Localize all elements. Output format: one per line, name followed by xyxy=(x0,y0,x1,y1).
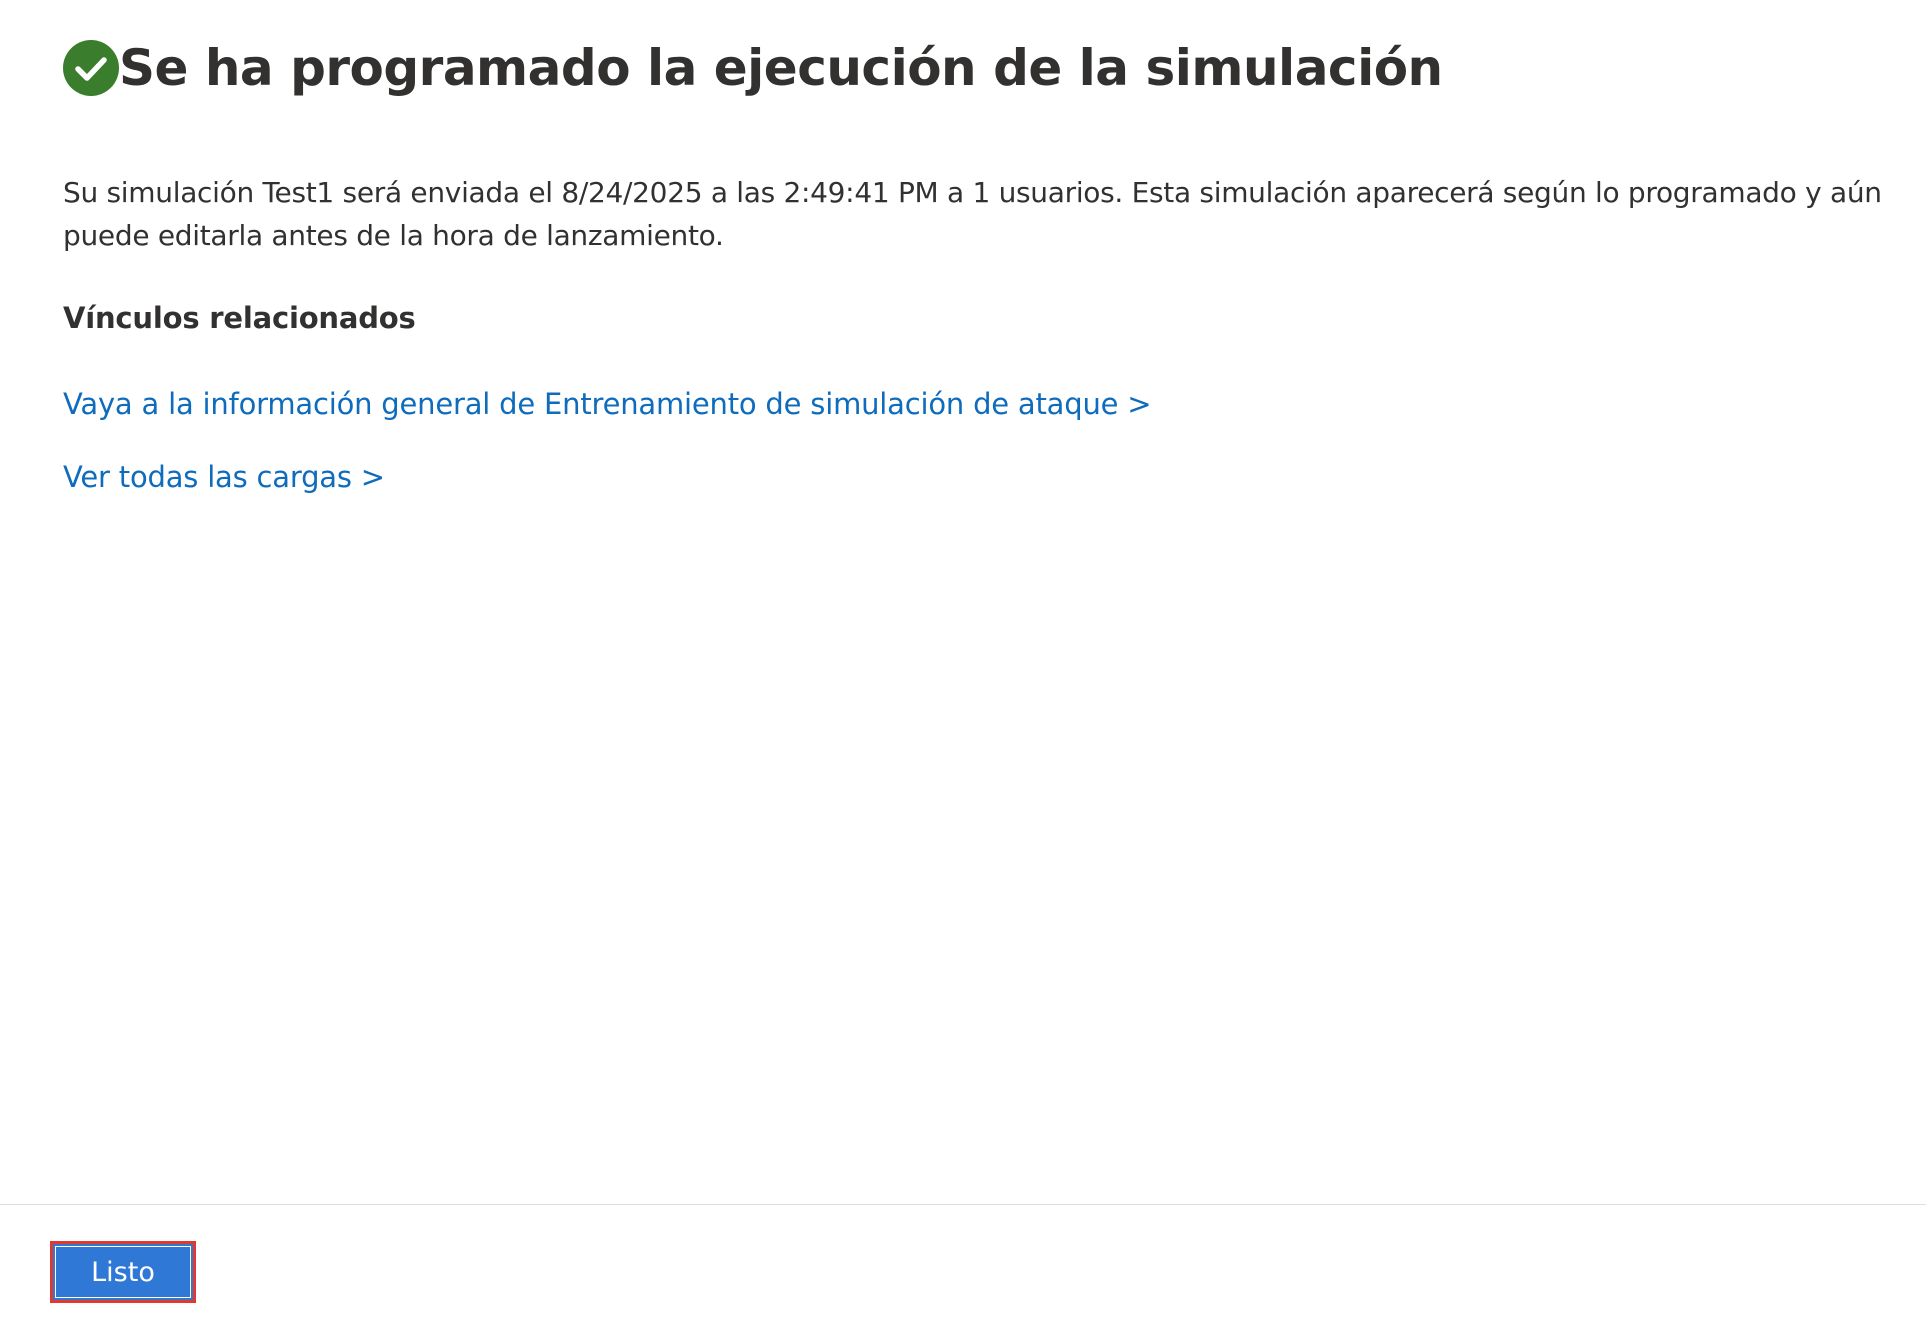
schedule-description: Su simulación Test1 será enviada el 8/24… xyxy=(63,176,1882,252)
simulation-scheduled-page: Se ha programado la ejecución de la simu… xyxy=(0,0,1926,1330)
main-content: Se ha programado la ejecución de la simu… xyxy=(63,38,1906,494)
view-all-payloads-link[interactable]: Ver todas las cargas > xyxy=(63,457,385,497)
success-check-icon xyxy=(63,40,119,96)
related-links-heading: Vínculos relacionados xyxy=(63,301,416,335)
done-button[interactable]: Listo xyxy=(50,1241,196,1303)
footer-divider xyxy=(0,1204,1926,1205)
attack-simulation-overview-link[interactable]: Vaya a la información general de Entrena… xyxy=(63,384,1152,424)
page-title: Se ha programado la ejecución de la simu… xyxy=(119,39,1443,97)
title-row: Se ha programado la ejecución de la simu… xyxy=(63,38,1906,118)
done-button-label: Listo xyxy=(91,1256,155,1288)
